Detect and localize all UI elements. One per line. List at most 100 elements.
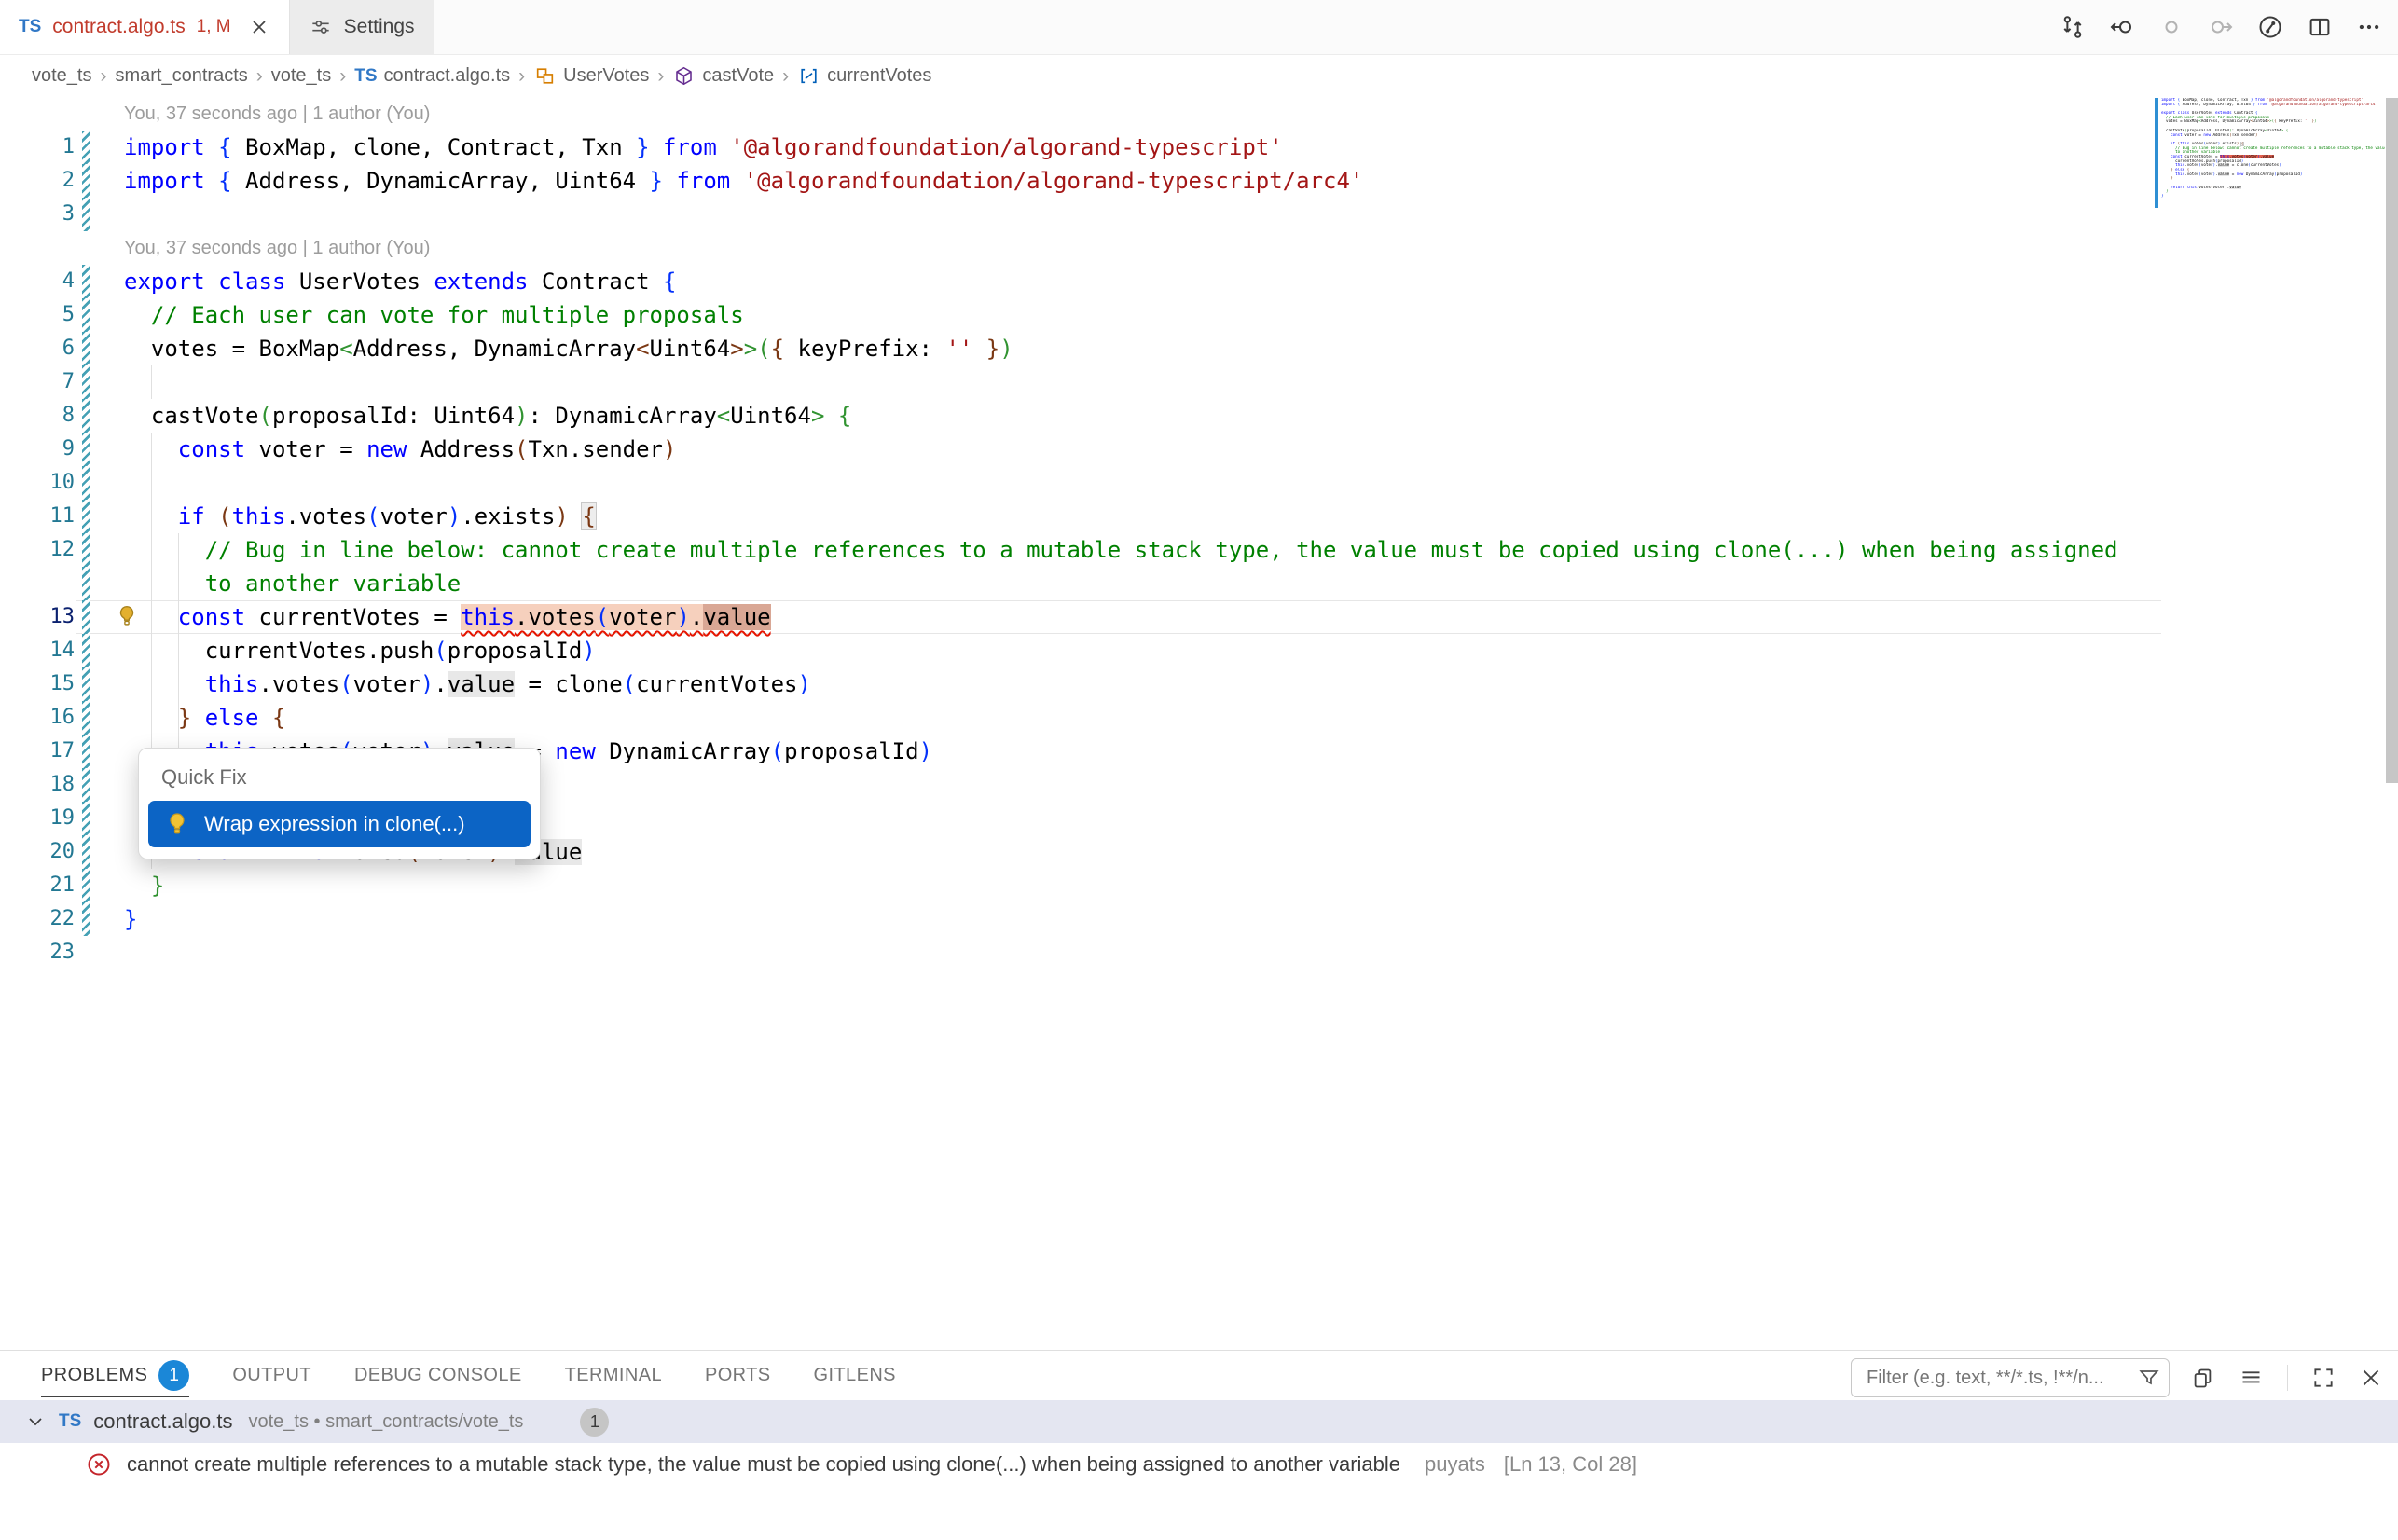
code-line[interactable]: 6 votes = BoxMap<Address, DynamicArray<U…: [0, 332, 2398, 365]
breadcrumb-item-currentvotes[interactable]: currentVotes: [797, 64, 931, 88]
code-line[interactable]: 22}: [0, 902, 2398, 936]
panel-tab-debug-console[interactable]: DEBUG CONSOLE: [354, 1351, 522, 1400]
editor-tab-settings[interactable]: Settings: [289, 0, 434, 54]
blame-row[interactable]: You, 37 seconds ago | 1 author (You): [0, 97, 2398, 131]
split-editor-icon[interactable]: [2306, 13, 2334, 41]
panel-tab-terminal[interactable]: TERMINAL: [565, 1351, 662, 1400]
filter-icon: [2137, 1366, 2161, 1390]
breadcrumb-item-vote-ts[interactable]: vote_ts: [32, 65, 91, 87]
modified-gutter-indicator: [82, 701, 90, 735]
problems-count-badge: 1: [158, 1360, 189, 1391]
code-line[interactable]: 1import { BoxMap, clone, Contract, Txn }…: [0, 131, 2398, 164]
panel-tab-output[interactable]: OUTPUT: [232, 1351, 311, 1400]
panel-tab-label: DEBUG CONSOLE: [354, 1365, 522, 1386]
modified-gutter-indicator: [82, 265, 90, 298]
breadcrumb-separator: ›: [91, 65, 115, 88]
indent-guide: [151, 466, 152, 500]
panel-tab-gitlens[interactable]: GITLENS: [814, 1351, 896, 1400]
open-changes-icon[interactable]: [2059, 13, 2087, 41]
code-line[interactable]: to another variable: [0, 567, 2398, 600]
line-number: 18: [0, 768, 75, 802]
nav-circle-icon[interactable]: [2157, 13, 2185, 41]
code-line[interactable]: 4export class UserVotes extends Contract…: [0, 265, 2398, 298]
code-line-text: // Bug in line below: cannot create mult…: [124, 533, 2118, 567]
code-line[interactable]: 13 const currentVotes = this.votes(voter…: [0, 600, 2398, 634]
maximize-panel-icon[interactable]: [2311, 1366, 2336, 1390]
breadcrumb-item-contract-algo-ts[interactable]: TScontract.algo.ts: [354, 65, 510, 87]
problems-error-row[interactable]: cannot create multiple references to a m…: [0, 1443, 2398, 1486]
minimap-line: import { Address, DynamicArray, Uint64 }…: [2161, 103, 2385, 107]
error-location: [Ln 13, Col 28]: [1504, 1452, 1637, 1477]
indent-guide: [151, 365, 152, 399]
modified-gutter-indicator: [82, 634, 90, 667]
line-number: 16: [0, 701, 75, 735]
minimap[interactable]: import { BoxMap, clone, Contract, Txn } …: [2161, 98, 2385, 203]
code-line-text: if (this.votes(voter).exists) {: [124, 500, 596, 533]
modified-gutter-indicator: [82, 902, 90, 936]
problems-filter-input[interactable]: [1865, 1367, 2137, 1390]
panel-tab-ports[interactable]: PORTS: [705, 1351, 771, 1400]
line-number: 22: [0, 902, 75, 936]
code-line[interactable]: 2import { Address, DynamicArray, Uint64 …: [0, 164, 2398, 198]
more-actions-icon[interactable]: [2355, 13, 2383, 41]
modified-gutter-indicator: [82, 198, 90, 231]
breadcrumb-item-castvote[interactable]: castVote: [672, 64, 774, 88]
close-panel-icon[interactable]: [2359, 1366, 2383, 1390]
code-line[interactable]: 10: [0, 466, 2398, 500]
breadcrumb-item-smart-contracts[interactable]: smart_contracts: [115, 65, 247, 87]
code-line[interactable]: 5 // Each user can vote for multiple pro…: [0, 298, 2398, 332]
quick-fix-action-label: Wrap expression in clone(...): [204, 812, 465, 836]
code-line[interactable]: 16 } else {: [0, 701, 2398, 735]
chevron-down-icon[interactable]: [24, 1410, 47, 1433]
line-number: 20: [0, 835, 75, 869]
settings-sliders-icon: [309, 15, 333, 39]
breadcrumb-item-uservotes[interactable]: UserVotes: [533, 64, 649, 88]
line-number: 7: [0, 365, 75, 399]
code-line[interactable]: 12 // Bug in line below: cannot create m…: [0, 533, 2398, 567]
minimap-modified-bar: [2155, 98, 2158, 208]
breadcrumb-separator: ›: [649, 65, 672, 88]
problems-file-row[interactable]: TS contract.algo.ts vote_ts • smart_cont…: [0, 1400, 2398, 1443]
code-editor[interactable]: You, 37 seconds ago | 1 author (You)1imp…: [0, 97, 2398, 1350]
view-as-list-icon[interactable]: [2239, 1366, 2264, 1391]
code-line[interactable]: 15 this.votes(voter).value = clone(curre…: [0, 667, 2398, 701]
breadcrumb-label: vote_ts: [32, 65, 91, 87]
panel-tab-label: GITLENS: [814, 1365, 896, 1386]
line-number: 6: [0, 332, 75, 365]
code-line-text: export class UserVotes extends Contract …: [124, 265, 676, 298]
quick-fix-action[interactable]: Wrap expression in clone(...): [148, 801, 531, 847]
code-line[interactable]: 8 castVote(proposalId: Uint64): DynamicA…: [0, 399, 2398, 433]
editor-tab-contract-algo-ts[interactable]: TScontract.algo.ts1, M: [0, 0, 289, 54]
code-line[interactable]: 23: [0, 936, 2398, 969]
modified-gutter-indicator: [82, 433, 90, 466]
code-line[interactable]: 7: [0, 365, 2398, 399]
breadcrumb-label: castVote: [702, 65, 774, 87]
problems-filter[interactable]: [1851, 1358, 2170, 1397]
method-icon: [672, 64, 696, 88]
editor-scrollbar[interactable]: [2386, 98, 2398, 783]
code-line[interactable]: 11 if (this.votes(voter).exists) {: [0, 500, 2398, 533]
breadcrumb-item-vote-ts[interactable]: vote_ts: [271, 65, 331, 87]
go-back-icon[interactable]: [2108, 13, 2136, 41]
code-line-text: }: [124, 869, 164, 902]
modified-gutter-indicator: [82, 399, 90, 433]
bottom-panel: PROBLEMS1 OUTPUT DEBUG CONSOLE TERMINAL PORT…: [0, 1350, 2398, 1540]
code-line[interactable]: 3: [0, 198, 2398, 231]
breadcrumb-separator: ›: [248, 65, 271, 88]
code-line[interactable]: 14 currentVotes.push(proposalId): [0, 634, 2398, 667]
code-line-text: currentVotes.push(proposalId): [124, 634, 596, 667]
line-number: 2: [0, 164, 75, 198]
code-line[interactable]: 21 }: [0, 869, 2398, 902]
code-line-text: } else {: [124, 701, 285, 735]
panel-tab-problems[interactable]: PROBLEMS1: [41, 1351, 189, 1400]
go-forward-icon[interactable]: [2207, 13, 2235, 41]
editor-tab-bar: TScontract.algo.ts1, MSettings: [0, 0, 2398, 55]
close-icon[interactable]: [248, 16, 270, 38]
blame-row[interactable]: You, 37 seconds ago | 1 author (You): [0, 231, 2398, 265]
copy-icon[interactable]: [2190, 1366, 2215, 1391]
modified-gutter-indicator: [82, 667, 90, 701]
code-line[interactable]: 9 const voter = new Address(Txn.sender): [0, 433, 2398, 466]
run-or-debug-icon[interactable]: [2256, 13, 2284, 41]
minimap-line: [2161, 199, 2385, 203]
modified-gutter-indicator: [82, 131, 90, 164]
